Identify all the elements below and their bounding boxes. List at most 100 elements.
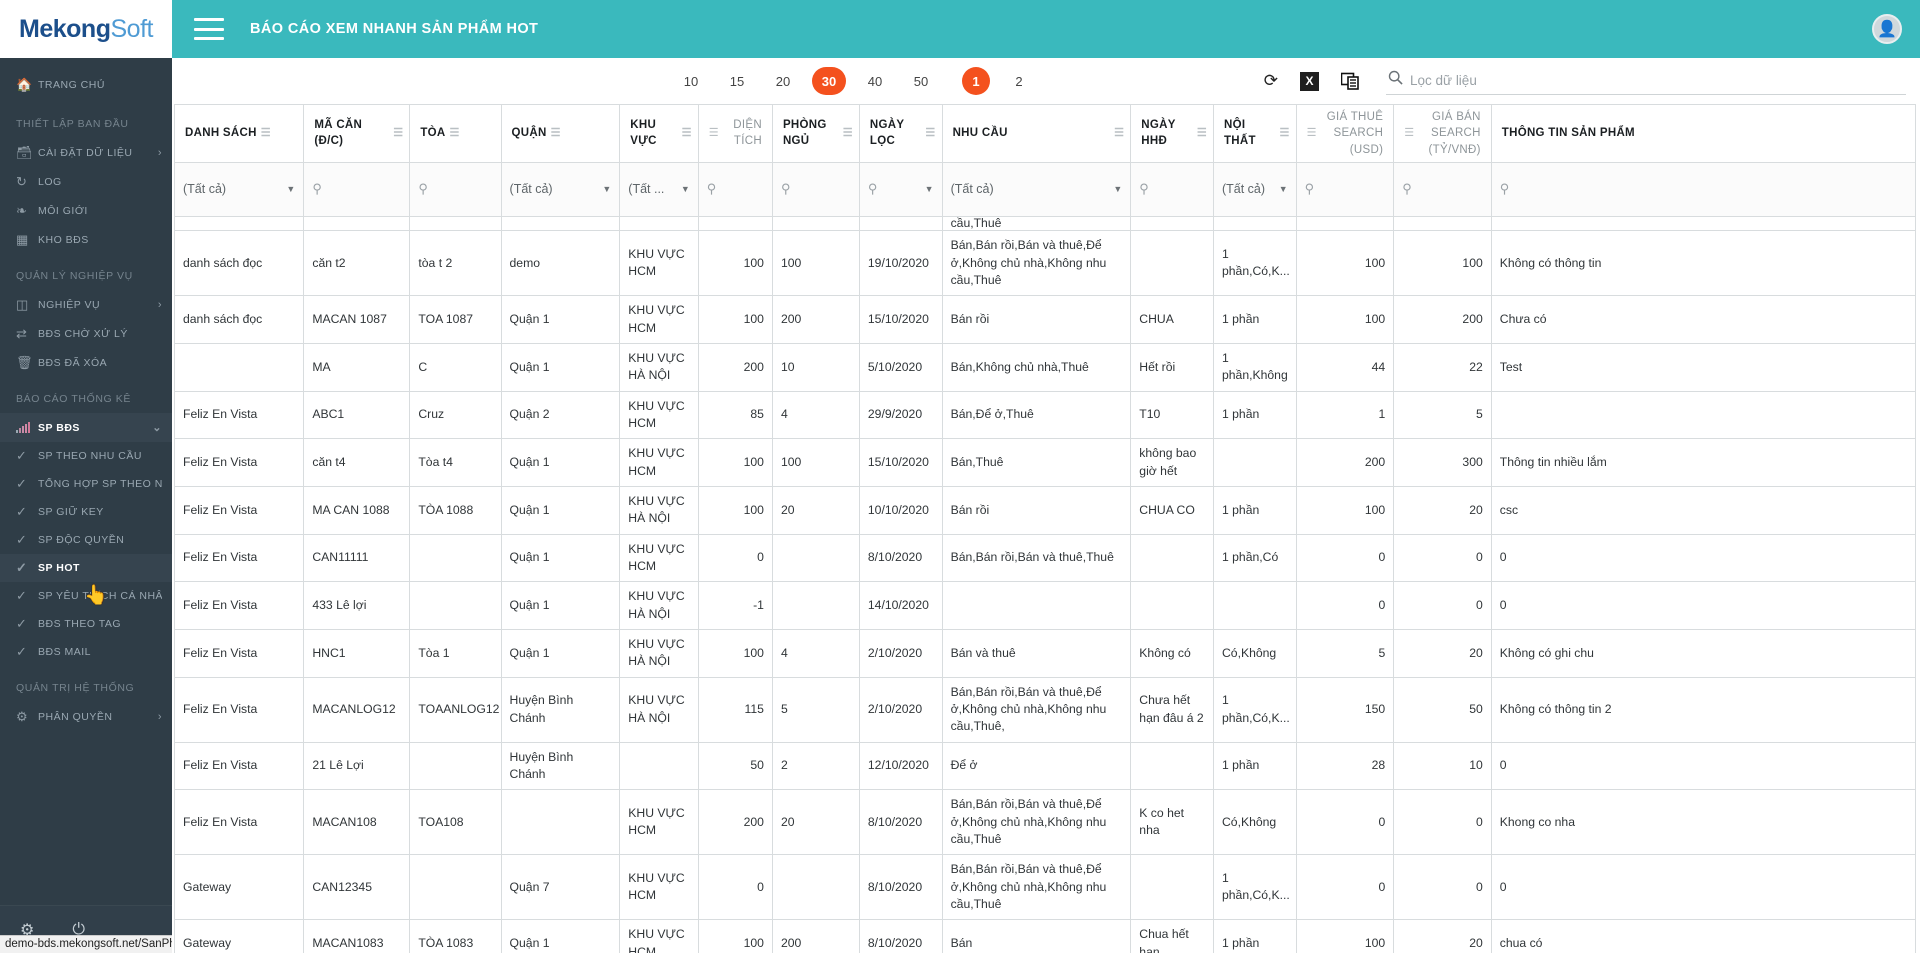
column-header-noi-that[interactable]: NỘI THẤT ☰ xyxy=(1212,104,1297,163)
chevron-down-icon[interactable]: ▼ xyxy=(1113,183,1122,196)
filter-cell-thong-tin[interactable]: ⚲ xyxy=(1490,161,1917,217)
sidebar-item-tong-hop-sp-theo-nc[interactable]: ✓ TỔNG HỢP SP THEO N/C xyxy=(0,470,172,498)
filter-icon[interactable]: ☰ xyxy=(682,126,692,142)
search-icon[interactable]: ⚲ xyxy=(1402,180,1412,198)
search-icon[interactable]: ⚲ xyxy=(1139,180,1149,198)
page-number-2[interactable]: 2 xyxy=(1002,67,1036,95)
filter-cell-gia-ban[interactable]: ⚲ xyxy=(1393,161,1492,217)
filter-icon[interactable]: ☰ xyxy=(393,126,403,142)
filter-cell-gia-thue[interactable]: ⚲ xyxy=(1295,161,1395,217)
table-row[interactable]: Feliz En Vista MA CAN 1088 TÒA 1088 Quận 1K… xyxy=(173,486,1917,535)
chevron-down-icon[interactable]: ▼ xyxy=(1279,183,1288,196)
chevron-down-icon[interactable]: ▼ xyxy=(286,183,295,196)
table-row[interactable]: Feliz En Vista căn t4 Tòa t4 Quận 1 KHU VỰC … xyxy=(173,438,1917,488)
filter-icon[interactable]: ☰ xyxy=(843,126,853,142)
table-row[interactable]: Gateway CAN12345 Quận 7 KHU VỰC HCM 0 8/10/20… xyxy=(173,854,1917,921)
search-icon[interactable]: ⚲ xyxy=(312,180,322,198)
filter-cell-quan[interactable]: (Tất cả) ▼ xyxy=(500,161,621,217)
page-size-30[interactable]: 30 xyxy=(812,67,846,95)
filter-cell-dien-tich[interactable]: ⚲ xyxy=(697,161,773,217)
filter-cell-toa[interactable]: ⚲ xyxy=(409,161,502,217)
table-row[interactable]: Feliz En Vista ABC1 Cruz Quận 2 KHU VỰC HCM 8… xyxy=(173,390,1917,440)
table-row-clipped[interactable]: cầu,Thuê xyxy=(173,216,1917,232)
filter-icon[interactable]: ☰ xyxy=(1197,126,1207,142)
column-header-khu-vuc[interactable]: KHU VỰC ☰ xyxy=(619,104,699,163)
search-icon[interactable]: ⚲ xyxy=(868,180,878,198)
search-icon[interactable]: ⚲ xyxy=(418,180,428,198)
filter-icon[interactable]: ☰ xyxy=(1280,126,1290,142)
avatar[interactable]: 👤 xyxy=(1872,14,1902,44)
sidebar-item-bds-cho-xu-ly[interactable]: ⇄ BĐS CHỜ XỬ LÝ xyxy=(0,319,172,348)
page-size-15[interactable]: 15 xyxy=(720,67,754,95)
column-header-gia-thue-search[interactable]: ☰ GIÁ THUÊ SEARCH (USD) xyxy=(1295,104,1395,163)
column-header-danh-sach[interactable]: DANH SÁCH ☰ xyxy=(173,104,305,163)
column-header-toa[interactable]: TÒA ☰ xyxy=(409,104,502,163)
filter-icon[interactable]: ☰ xyxy=(1114,126,1124,142)
table-row[interactable]: Feliz En Vista MACANLOG12 TOAANLOG12 Huyện … xyxy=(173,676,1917,743)
sidebar-item-bds-mail[interactable]: ✓ BĐS MAIL xyxy=(0,638,172,666)
sidebar-item-sp-giu-key[interactable]: ✓ SP GIỮ KEY xyxy=(0,498,172,526)
sidebar-item-kho-bds[interactable]: ▦ KHO BĐS xyxy=(0,225,172,254)
filter-icon[interactable]: ☰ xyxy=(925,126,935,142)
sidebar-item-sp-theo-nhu-cau[interactable]: ✓ SP THEO NHU CẦU xyxy=(0,442,172,470)
filter-cell-phong-ngu[interactable]: ⚲ xyxy=(771,161,860,217)
sidebar-item-sp-yeu-thich-ca-nhan[interactable]: ✓ SP YÊU THÍCH CÁ NHÂN xyxy=(0,582,172,610)
hamburger-icon[interactable] xyxy=(194,18,224,40)
table-row[interactable]: Feliz En Vista HNC1 Tòa 1 Quận 1 KHU VỰC HÀ … xyxy=(173,628,1917,678)
filter-search-box[interactable] xyxy=(1386,67,1906,95)
filter-cell-khu-vuc[interactable]: (Tất ... ▼ xyxy=(619,161,699,217)
filter-icon[interactable]: ☰ xyxy=(1404,126,1414,142)
sidebar-item-trang-chu[interactable]: 🏠 TRANG CHỦ xyxy=(0,68,172,102)
column-header-ngay-hhd[interactable]: NGÀY HHĐ ☰ xyxy=(1130,104,1214,163)
search-input[interactable] xyxy=(1410,72,1904,88)
table-row[interactable]: Feliz En Vista CAN11111 Quận 1 KHU VỰC HCM 0… xyxy=(173,533,1917,583)
page-size-10[interactable]: 10 xyxy=(674,67,708,95)
page-size-50[interactable]: 50 xyxy=(904,67,938,95)
sidebar-item-cai-dat-du-lieu[interactable]: 🗃 CÀI ĐẶT DỮ LIỆU › xyxy=(0,138,172,167)
filter-cell-noi-that[interactable]: (Tất cả) ▼ xyxy=(1212,161,1297,217)
page-size-20[interactable]: 20 xyxy=(766,67,800,95)
sidebar-item-sp-bds[interactable]: SP BĐS ⌄ xyxy=(0,413,172,442)
refresh-icon[interactable]: ⟳ xyxy=(1264,71,1278,91)
sidebar-item-nghiep-vu[interactable]: ◫ NGHIỆP VỤ › xyxy=(0,290,172,319)
sidebar-item-bds-da-xoa[interactable]: 🗑 BĐS ĐÃ XÓA xyxy=(0,348,172,377)
filter-icon[interactable]: ☰ xyxy=(551,126,561,142)
table-row[interactable]: danh sách đọc MACAN 1087 TOA 1087 Quận 1 KHU… xyxy=(173,295,1917,345)
search-icon[interactable]: ⚲ xyxy=(781,180,791,198)
sidebar-item-phan-quyen[interactable]: ⚙ PHÂN QUYỀN › xyxy=(0,702,172,731)
table-row[interactable]: Feliz En Vista MACAN108 TOA108 KHU VỰC HCM 2… xyxy=(173,789,1917,856)
chevron-down-icon[interactable]: ▼ xyxy=(681,183,690,196)
filter-icon[interactable]: ☰ xyxy=(1307,126,1317,142)
sidebar-item-bds-theo-tag[interactable]: ✓ BĐS THEO TAG xyxy=(0,610,172,638)
chevron-down-icon[interactable]: ▼ xyxy=(602,183,611,196)
filter-cell-nhu-cau[interactable]: (Tất cả) ▼ xyxy=(941,161,1132,217)
page-size-40[interactable]: 40 xyxy=(858,67,892,95)
table-row[interactable]: Feliz En Vista 21 Lê Lợi Huyện Bình Chánh 5… xyxy=(173,741,1917,791)
data-table-container[interactable]: DANH SÁCH ☰ MÃ CĂN (Đ/C) ☰ TÒA ☰ QUẬN ☰ KHU … xyxy=(172,104,1920,953)
filter-cell-ngay-hhd[interactable]: ⚲ xyxy=(1130,161,1214,217)
column-header-gia-ban-search[interactable]: ☰ GIÁ BÁN SEARCH (tỷ/VNĐ) xyxy=(1393,104,1492,163)
column-header-dien-tich[interactable]: ☰ DIỆN TÍCH xyxy=(697,104,773,163)
column-header-thong-tin-san-pham[interactable]: THÔNG TIN SẢN PHẨM xyxy=(1490,104,1917,163)
sidebar-item-moi-gioi[interactable]: ❧ MÔI GIỚI xyxy=(0,196,172,225)
brand-logo[interactable]: MekongSoft xyxy=(0,0,172,58)
sidebar-item-log[interactable]: ↻ LOG xyxy=(0,167,172,196)
sidebar-item-sp-hot[interactable]: ✓ SP HOT xyxy=(0,554,172,582)
excel-export-icon[interactable]: X xyxy=(1300,71,1319,91)
chevron-down-icon[interactable]: ▼ xyxy=(925,183,934,196)
filter-icon[interactable]: ☰ xyxy=(709,126,719,142)
column-header-ngay-loc[interactable]: NGÀY LỌC ☰ xyxy=(858,104,943,163)
search-icon[interactable]: ⚲ xyxy=(1500,180,1510,198)
filter-cell-ma-can[interactable]: ⚲ xyxy=(303,161,411,217)
filter-icon[interactable]: ☰ xyxy=(450,126,460,142)
table-row[interactable]: Gateway MACAN1083 TÒA 1083 Quận 1 KHU VỰC HC… xyxy=(173,919,1917,953)
filter-cell-danh-sach[interactable]: (Tất cả) ▼ xyxy=(173,161,305,217)
column-header-phong-ngu[interactable]: PHÒNG NGỦ ☰ xyxy=(771,104,860,163)
copy-report-icon[interactable] xyxy=(1341,72,1360,90)
column-header-ma-can[interactable]: MÃ CĂN (Đ/C) ☰ xyxy=(303,104,411,163)
page-number-1[interactable]: 1 xyxy=(962,67,990,95)
column-header-quan[interactable]: QUẬN ☰ xyxy=(500,104,621,163)
search-icon[interactable]: ⚲ xyxy=(707,180,717,198)
search-icon[interactable]: ⚲ xyxy=(1305,180,1315,198)
filter-icon[interactable]: ☰ xyxy=(261,126,271,142)
